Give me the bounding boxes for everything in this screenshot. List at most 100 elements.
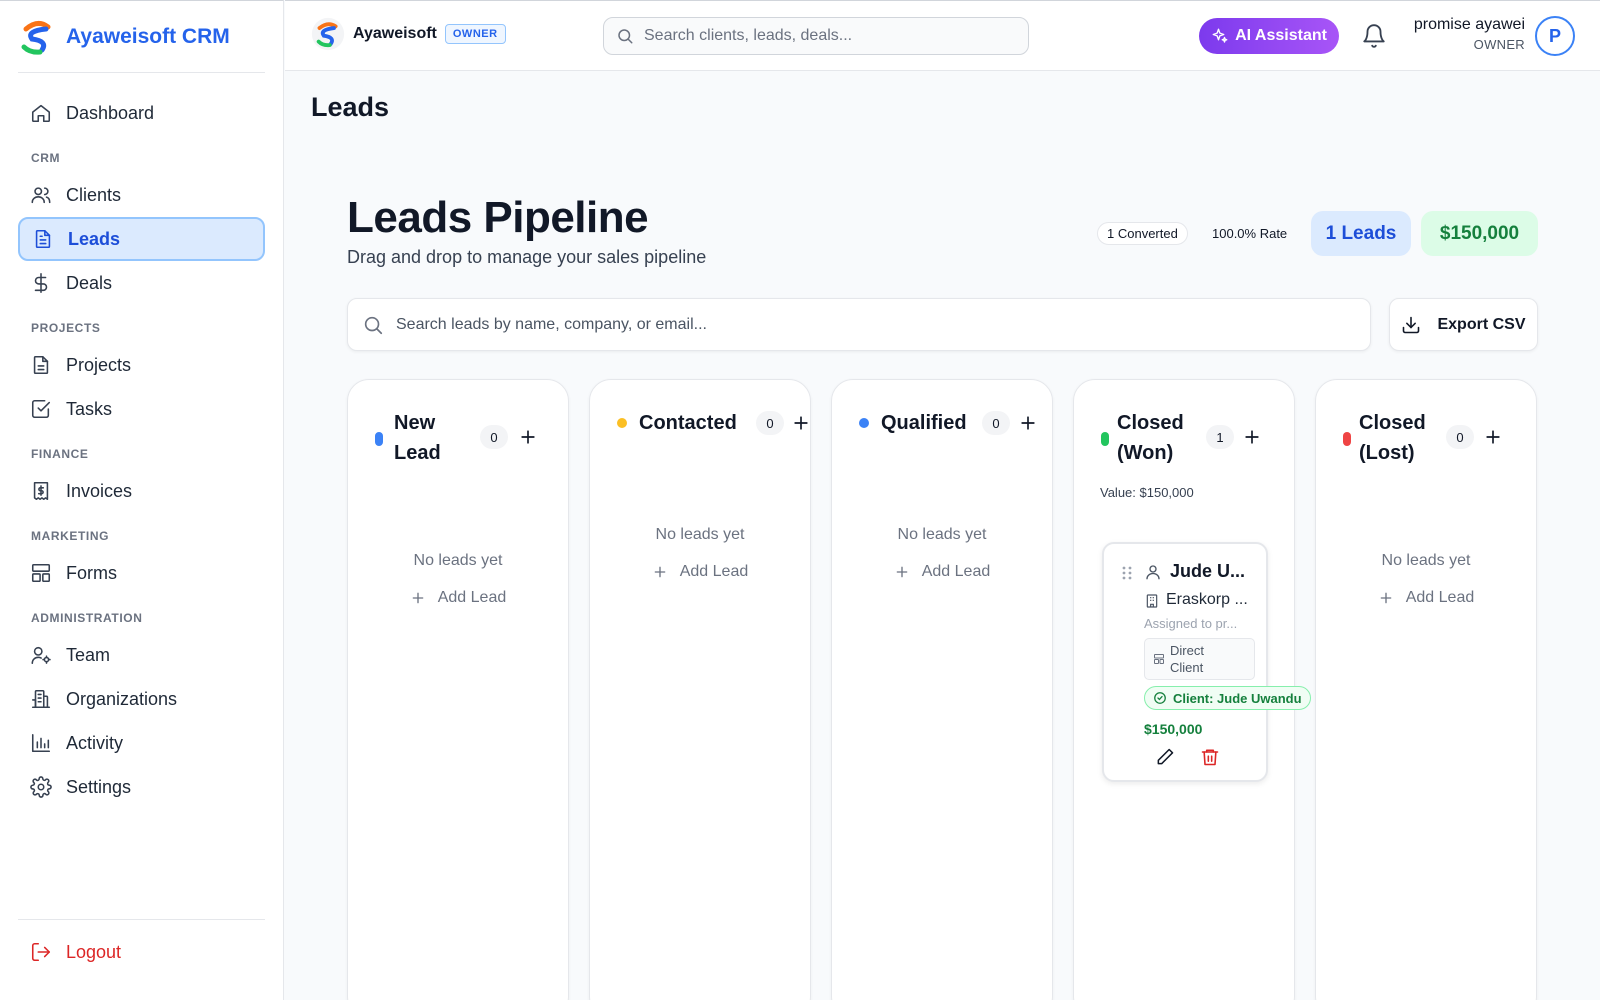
lead-name: Jude U... (1170, 561, 1246, 581)
sidebar-item-label: Deals (66, 272, 113, 293)
sidebar-item-label: Organizations (66, 688, 178, 709)
total-leads-badge: 1 Leads (1311, 211, 1411, 256)
empty-state: No leads yet (1381, 552, 1471, 569)
empty-state: No leads yet (655, 526, 745, 543)
ai-assistant-label: AI Assistant (1235, 27, 1327, 44)
add-icon[interactable] (1483, 427, 1503, 447)
add-lead-button[interactable]: Add Lead (348, 589, 568, 607)
layout-icon (31, 563, 51, 583)
sidebar-item-label: Tasks (66, 398, 113, 419)
brand-logo-icon (21, 20, 51, 55)
search-icon (364, 316, 383, 334)
bar-chart-icon (31, 733, 51, 753)
pipeline-value-badge: $150,000 (1421, 211, 1538, 256)
sidebar-item-dashboard[interactable]: Dashboard (18, 91, 265, 135)
export-csv-label: Export CSV (1437, 315, 1526, 333)
lead-search-input[interactable] (396, 315, 1356, 334)
add-icon[interactable] (791, 413, 811, 433)
gear-icon (30, 776, 52, 798)
file-text-icon (35, 229, 51, 249)
sidebar-item-label: Leads (68, 228, 121, 249)
notifications-button[interactable] (1361, 23, 1387, 49)
sidebar-item-clients[interactable]: Clients (18, 173, 265, 217)
document-icon (33, 355, 49, 375)
sidebar-item-organizations[interactable]: Organizations (18, 677, 265, 721)
dollar-icon (34, 273, 48, 293)
sidebar-item-leads[interactable]: Leads (18, 217, 265, 261)
sidebar-item-label: Dashboard (66, 102, 155, 123)
status-dot (1101, 432, 1109, 446)
sidebar-item-label: Activity (66, 732, 124, 753)
page-title: Leads (311, 92, 390, 122)
sidebar-item-label: Settings (66, 776, 132, 797)
users-icon (31, 187, 51, 204)
status-dot (617, 418, 627, 428)
lead-company: Eraskorp ... (1166, 591, 1248, 608)
user-info[interactable]: promise ayawei OWNER (1401, 16, 1525, 52)
check-circle-icon (1154, 692, 1166, 704)
lead-card[interactable]: Jude U... Eraskorp ... Assigned to pr...… (1102, 542, 1311, 782)
checkbox-icon (31, 399, 51, 419)
sidebar-item-settings[interactable]: Settings (18, 765, 265, 809)
column-closed-lost: Closed (Lost) 0 No leads yet Add Lead (1315, 379, 1537, 1000)
global-search-input[interactable] (644, 27, 1014, 45)
column-value: Value: $150,000 (1100, 485, 1194, 500)
add-lead-button[interactable]: Add Lead (590, 563, 810, 581)
global-search[interactable] (603, 17, 1029, 55)
add-lead-label: Add Lead (1405, 589, 1475, 606)
drag-handle-icon[interactable] (1121, 565, 1133, 581)
column-title-line: Closed (1359, 412, 1426, 434)
column-title: Contacted (639, 412, 737, 434)
add-icon[interactable] (1018, 413, 1038, 433)
org-role-badge: OWNER (444, 24, 506, 44)
column-title: Qualified (881, 412, 967, 434)
column-count: 0 (1446, 425, 1474, 449)
add-lead-button[interactable]: Add Lead (1316, 589, 1536, 607)
lead-assignee: Assigned to pr... (1144, 616, 1238, 631)
sidebar-item-deals[interactable]: Deals (18, 261, 265, 305)
sidebar-item-label: Clients (66, 184, 122, 205)
brand[interactable]: Ayaweisoft CRM (18, 1, 265, 73)
logout-section: Logout (18, 919, 265, 974)
converted-stat: 1 Converted (1097, 222, 1188, 245)
column-new-lead: New Lead 0 No leads yet Add Lead (347, 379, 569, 1000)
add-lead-button[interactable]: Add Lead (832, 563, 1052, 581)
section-projects: PROJECTS (31, 321, 101, 335)
user-name: promise ayawei (1413, 16, 1525, 33)
org-switcher[interactable]: Ayaweisoft OWNER (311, 17, 506, 51)
invoice-icon (33, 481, 49, 501)
column-title-line: (Won) (1117, 442, 1174, 464)
column-qualified: Qualified 0 No leads yet Add Lead (831, 379, 1053, 1000)
column-title-line: Lead (394, 442, 441, 464)
sidebar-item-label: Forms (66, 562, 117, 583)
user-role: OWNER (1473, 37, 1525, 52)
sidebar-item-projects[interactable]: Projects (18, 343, 265, 387)
sidebar-item-invoices[interactable]: Invoices (18, 469, 265, 513)
logout-icon (31, 942, 51, 962)
user-icon (1146, 565, 1160, 580)
edit-icon[interactable] (1155, 747, 1175, 767)
sidebar-item-team[interactable]: Team (18, 633, 265, 677)
avatar[interactable]: P (1535, 16, 1575, 56)
plus-icon (1380, 592, 1392, 604)
converted-client-badge[interactable]: Client: Jude Uwandu (1144, 686, 1311, 710)
converted-client-label: Client: Jude Uwandu (1173, 690, 1302, 706)
sidebar-item-activity[interactable]: Activity (18, 721, 265, 765)
layout-icon (1154, 654, 1164, 664)
export-csv-button[interactable]: Export CSV (1389, 298, 1538, 351)
trash-icon[interactable] (1200, 747, 1220, 767)
add-lead-label: Add Lead (437, 589, 507, 606)
add-lead-label: Add Lead (679, 563, 749, 580)
section-marketing: MARKETING (31, 529, 110, 543)
sidebar-item-tasks[interactable]: Tasks (18, 387, 265, 431)
logout-button[interactable]: Logout (18, 930, 265, 974)
column-title-line: New (394, 412, 436, 434)
brand-name: Ayaweisoft CRM (66, 24, 230, 48)
status-dot (859, 418, 869, 428)
lead-search[interactable] (347, 298, 1371, 351)
sidebar-item-forms[interactable]: Forms (18, 551, 265, 595)
org-logo-icon (311, 17, 345, 51)
ai-assistant-button[interactable]: AI Assistant (1199, 18, 1339, 54)
add-icon[interactable] (1242, 427, 1262, 447)
add-icon[interactable] (518, 427, 538, 447)
